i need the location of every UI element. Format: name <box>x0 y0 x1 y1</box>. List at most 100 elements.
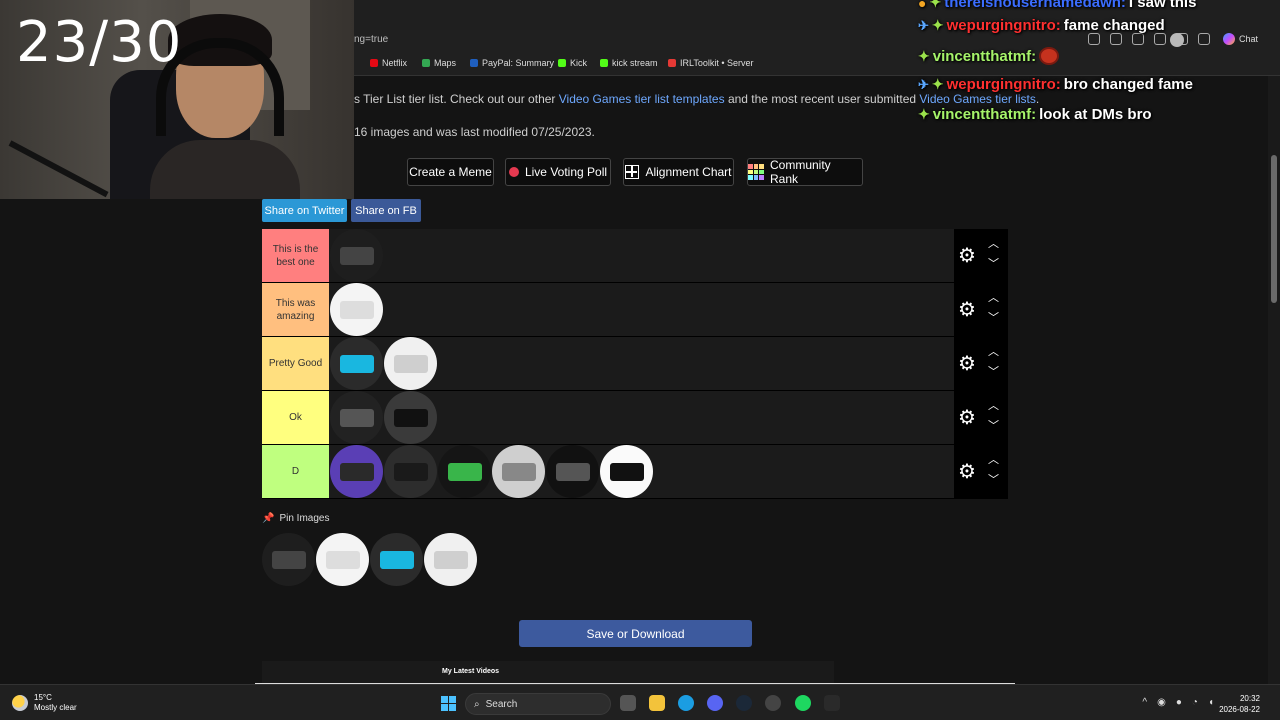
chevron-up-icon[interactable]: ︿ <box>988 401 999 412</box>
share-fb-button[interactable]: Share on FB <box>351 199 421 222</box>
button-label: Alignment Chart <box>645 165 732 179</box>
chevron-down-icon[interactable]: ﹀ <box>988 367 999 378</box>
volume-icon[interactable]: ◖ <box>1208 697 1214 708</box>
console-image[interactable] <box>438 445 491 498</box>
console-image[interactable] <box>330 445 383 498</box>
chat-username[interactable]: vincentthatmf: <box>933 106 1036 123</box>
bookmark-kick-stream[interactable]: kick stream <box>600 58 658 68</box>
tier-label[interactable]: This is the best one <box>262 229 329 282</box>
latest-videos-label: My Latest Videos <box>442 668 500 675</box>
terminal-icon[interactable] <box>824 695 840 711</box>
gear-icon[interactable]: ⚙ <box>958 354 976 374</box>
console-image[interactable] <box>330 391 383 444</box>
split-screen-icon[interactable] <box>1088 33 1100 45</box>
console-image[interactable] <box>330 229 383 282</box>
download-icon[interactable] <box>1198 33 1210 45</box>
chevron-down-icon[interactable]: ﹀ <box>988 259 999 270</box>
console-image[interactable] <box>384 445 437 498</box>
spotify-icon[interactable] <box>795 695 811 711</box>
pin-images-toggle[interactable]: 📌 Pin Images <box>262 513 329 524</box>
gear-icon[interactable]: ⚙ <box>958 246 976 266</box>
bookmark-kick[interactable]: Kick <box>558 58 587 68</box>
pin-icon: 📌 <box>262 513 275 524</box>
webcam-overlay: 23/30 <box>0 0 354 199</box>
mic-icon[interactable]: ● <box>1176 697 1182 708</box>
console-image[interactable] <box>600 445 653 498</box>
console-image[interactable] <box>384 391 437 444</box>
console-image[interactable] <box>546 445 599 498</box>
clock[interactable]: 20:32 2026-08-22 <box>1219 693 1260 715</box>
kick-icon <box>600 59 608 67</box>
gear-icon[interactable]: ⚙ <box>958 300 976 320</box>
button-label: Live Voting Poll <box>524 165 608 179</box>
weather-text: Mostly clear <box>34 703 77 712</box>
console-image[interactable] <box>316 533 369 586</box>
chevron-down-icon[interactable]: ﹀ <box>988 421 999 432</box>
console-image[interactable] <box>492 445 545 498</box>
url-text[interactable]: ng=true <box>354 34 388 45</box>
extensions-icon[interactable] <box>1154 33 1166 45</box>
tier-label[interactable]: D <box>262 445 329 498</box>
chat-username[interactable]: wepurgingnitro: <box>947 17 1061 34</box>
tier-label[interactable]: Pretty Good <box>262 337 329 390</box>
task-view-icon[interactable] <box>620 695 636 711</box>
console-image[interactable] <box>424 533 477 586</box>
templates-link[interactable]: Video Games tier list templates <box>559 92 725 106</box>
chevron-up-icon[interactable]: ︿ <box>988 293 999 304</box>
create-meme-button[interactable]: Create a Meme <box>407 158 494 186</box>
tier-controls: ⚙ ︿ ﹀ <box>954 337 1008 390</box>
discord-icon[interactable] <box>707 695 723 711</box>
weather-widget[interactable]: 15°C Mostly clear <box>12 693 77 713</box>
chat-username[interactable]: therelsnousernamedawn: <box>944 0 1126 11</box>
chat-text: I saw this <box>1128 0 1197 11</box>
windows-taskbar: 15°C Mostly clear ⌕ Search ^ ◉ ● ◔ ◖ 20:3… <box>0 684 1280 720</box>
star-icon[interactable] <box>1110 33 1122 45</box>
tier-label[interactable]: Ok <box>262 391 329 444</box>
edge-icon[interactable] <box>678 695 694 711</box>
copilot-chat-button[interactable]: Chat <box>1222 33 1258 45</box>
live-voting-button[interactable]: Live Voting Poll <box>505 158 611 186</box>
chevron-up-icon[interactable]: ︿ <box>988 239 999 250</box>
tier-label[interactable]: This was amazing <box>262 283 329 336</box>
clock-date: 2026-08-22 <box>1219 705 1260 714</box>
console-image[interactable] <box>330 283 383 336</box>
chevron-up-icon[interactable]: ︿ <box>988 455 999 466</box>
chevron-down-icon[interactable]: ﹀ <box>988 313 999 324</box>
chevron-up-icon[interactable]: ^ <box>1142 697 1147 708</box>
file-explorer-icon[interactable] <box>649 695 665 711</box>
network-icon[interactable]: ◉ <box>1157 697 1166 708</box>
profile-avatar[interactable] <box>1170 33 1184 47</box>
taskbar-search[interactable]: ⌕ Search <box>465 693 611 715</box>
chat-username[interactable]: vincentthatmf: <box>933 48 1036 65</box>
netflix-icon <box>370 59 378 67</box>
console-image[interactable] <box>370 533 423 586</box>
refresh-icon[interactable] <box>1132 33 1144 45</box>
chat-username[interactable]: wepurgingnitro: <box>947 76 1061 93</box>
save-download-button[interactable]: Save or Download <box>519 620 752 647</box>
tier-row: This was amazing ⚙ ︿ ﹀ <box>262 283 1008 337</box>
wifi-icon[interactable]: ◔ <box>1192 697 1198 708</box>
gear-icon[interactable]: ⚙ <box>958 462 976 482</box>
bookmark-netflix[interactable]: Netflix <box>370 58 407 68</box>
share-twitter-button[interactable]: Share on Twitter <box>262 199 347 222</box>
sword-badge-icon: ✈ <box>918 76 929 92</box>
bookmark-paypal[interactable]: PayPal: Summary <box>470 58 554 68</box>
bookmark-maps[interactable]: Maps <box>422 58 456 68</box>
console-image[interactable] <box>262 533 315 586</box>
kick-icon <box>558 59 566 67</box>
console-image[interactable] <box>330 337 383 390</box>
tier-items <box>330 283 383 336</box>
bookmark-irltoolkit[interactable]: IRLToolkit • Server <box>668 58 754 68</box>
gear-icon[interactable]: ⚙ <box>958 408 976 428</box>
console-image[interactable] <box>384 337 437 390</box>
community-rank-button[interactable]: Community Rank <box>747 158 863 186</box>
alignment-chart-button[interactable]: Alignment Chart <box>623 158 734 186</box>
user-lists-link[interactable]: Video Games tier lists <box>919 92 1036 106</box>
obs-icon[interactable] <box>765 695 781 711</box>
chevron-down-icon[interactable]: ﹀ <box>988 475 999 486</box>
steam-icon[interactable] <box>736 695 752 711</box>
scrollbar-thumb[interactable] <box>1271 155 1277 303</box>
start-icon[interactable] <box>441 696 456 711</box>
chevron-up-icon[interactable]: ︿ <box>988 347 999 358</box>
community-rank-icon <box>748 164 764 180</box>
